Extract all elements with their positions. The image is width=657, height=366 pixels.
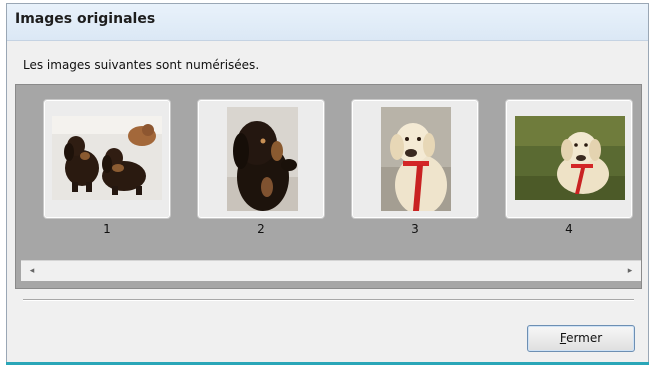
labrador-grass-photo <box>515 116 625 200</box>
labrador-red-leash-photo <box>381 107 451 211</box>
dachshund-portrait-photo <box>227 107 298 211</box>
thumbnail-label-1: 1 <box>103 222 111 236</box>
thumbnail-1[interactable] <box>43 99 171 219</box>
thumbnail-panel: 1 2 3 4 <box>15 84 642 289</box>
thumbnail-label-3: 3 <box>411 222 419 236</box>
thumbnail-label-4: 4 <box>565 222 573 236</box>
close-button[interactable]: Fermer <box>527 325 635 352</box>
separator-line <box>23 299 634 301</box>
thumbnail-4[interactable] <box>505 99 633 219</box>
dialog-title: Images originales <box>15 11 156 27</box>
title-bar[interactable]: Images originales <box>7 4 648 41</box>
description-text: Les images suivantes sont numérisées. <box>23 58 260 72</box>
scroll-right-arrow-icon[interactable]: ▸ <box>623 264 637 278</box>
thumbnail-2[interactable] <box>197 99 325 219</box>
thumbnail-label-2: 2 <box>257 222 265 236</box>
horizontal-scrollbar[interactable]: ◂ ▸ <box>21 260 641 281</box>
scroll-left-arrow-icon[interactable]: ◂ <box>25 264 39 278</box>
images-originales-dialog: Images originales Les images suivantes s… <box>6 3 649 365</box>
close-button-label: ermer <box>566 331 603 345</box>
thumbnail-3[interactable] <box>351 99 479 219</box>
two-dachshunds-photo <box>52 116 162 200</box>
